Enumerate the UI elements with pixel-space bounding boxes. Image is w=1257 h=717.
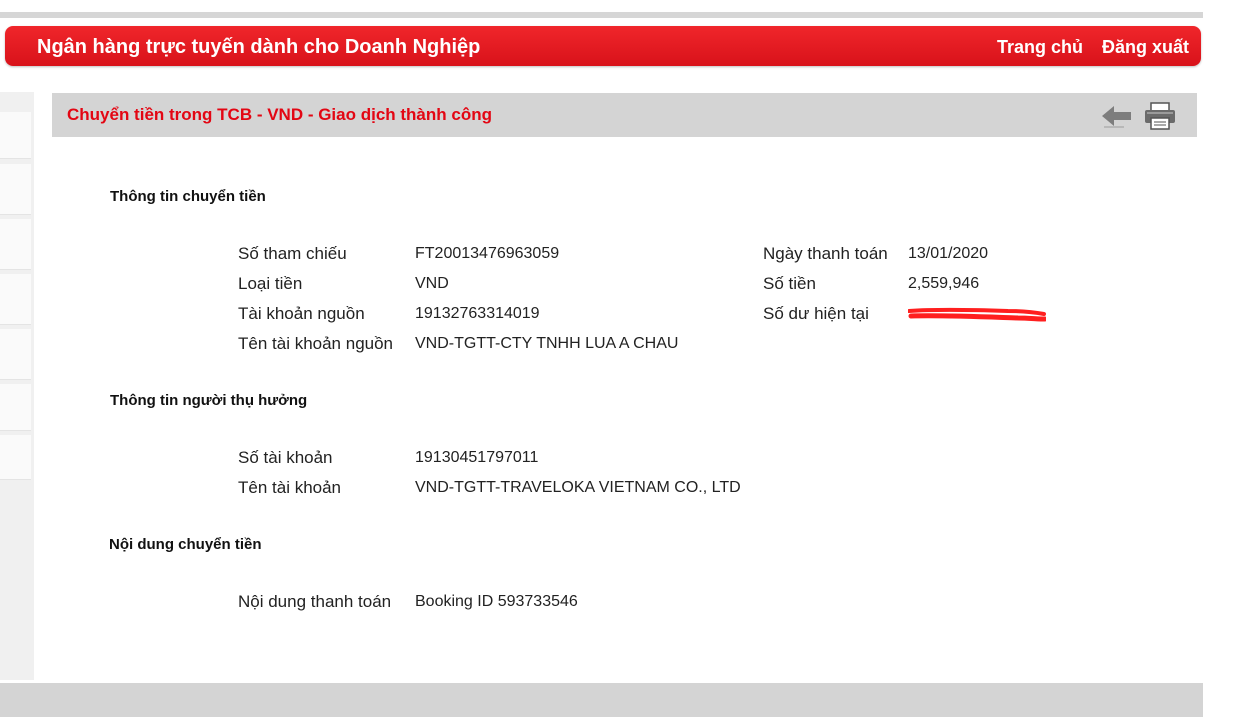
- section-title-transfer-info: Thông tin chuyển tiền: [110, 188, 266, 205]
- payment-date-label: Ngày thanh toán: [763, 244, 888, 263]
- section-title-transfer-content: Nội dung chuyển tiền: [109, 536, 262, 553]
- sidebar-tab[interactable]: [0, 112, 31, 159]
- sidebar: [0, 92, 34, 680]
- sidebar-tab[interactable]: [0, 219, 31, 270]
- payment-content-label: Nội dung thanh toán: [238, 592, 392, 611]
- sidebar-tab[interactable]: [0, 435, 31, 480]
- amount-label: Số tiền: [763, 274, 816, 293]
- amount-value: 2,559,946: [908, 275, 980, 292]
- currency-value: VND: [415, 275, 449, 292]
- top-divider: [0, 12, 1203, 18]
- app-title: Ngân hàng trực tuyến dành cho Doanh Nghi…: [37, 36, 481, 58]
- home-link[interactable]: Trang chủ: [997, 37, 1083, 57]
- source-account-name-value: VND-TGTT-CTY TNHH LUA A CHAU: [415, 335, 679, 352]
- section-title-beneficiary-info: Thông tin người thụ hưởng: [110, 392, 308, 409]
- page-title: Chuyển tiền trong TCB - VND - Giao dịch …: [67, 105, 492, 124]
- sidebar-tab[interactable]: [0, 274, 31, 325]
- back-arrow-icon[interactable]: [1101, 103, 1133, 129]
- reference-value: FT20013476963059: [415, 245, 560, 262]
- beneficiary-account-name-value: VND-TGTT-TRAVELOKA VIETNAM CO., LTD: [415, 479, 741, 496]
- app-header: Ngân hàng trực tuyến dành cho Doanh Nghi…: [5, 26, 1201, 66]
- page-title-bar: Chuyển tiền trong TCB - VND - Giao dịch …: [52, 93, 1197, 137]
- beneficiary-account-value: 19130451797011: [415, 449, 539, 466]
- footer-bar: [0, 683, 1203, 717]
- beneficiary-account-label: Số tài khoản: [238, 448, 333, 467]
- page-actions: [1101, 102, 1177, 130]
- source-account-label: Tài khoản nguồn: [238, 304, 365, 323]
- logout-link[interactable]: Đăng xuất: [1102, 37, 1189, 57]
- balance-redaction-mark: [907, 306, 1048, 322]
- currency-label: Loại tiền: [238, 274, 303, 293]
- source-account-value: 19132763314019: [415, 305, 540, 322]
- source-account-name-label: Tên tài khoản nguồn: [238, 334, 394, 353]
- balance-label: Số dư hiện tại: [763, 304, 869, 323]
- sidebar-tab[interactable]: [0, 164, 31, 215]
- payment-content-value: Booking ID 593733546: [415, 593, 578, 610]
- reference-label: Số tham chiếu: [238, 244, 347, 263]
- sidebar-tab[interactable]: [0, 384, 31, 431]
- beneficiary-account-name-label: Tên tài khoản: [238, 478, 342, 497]
- header-links: Trang chủ Đăng xuất: [983, 37, 1189, 58]
- printer-icon[interactable]: [1143, 102, 1177, 130]
- sidebar-tab[interactable]: [0, 329, 31, 380]
- payment-date-value: 13/01/2020: [908, 245, 989, 262]
